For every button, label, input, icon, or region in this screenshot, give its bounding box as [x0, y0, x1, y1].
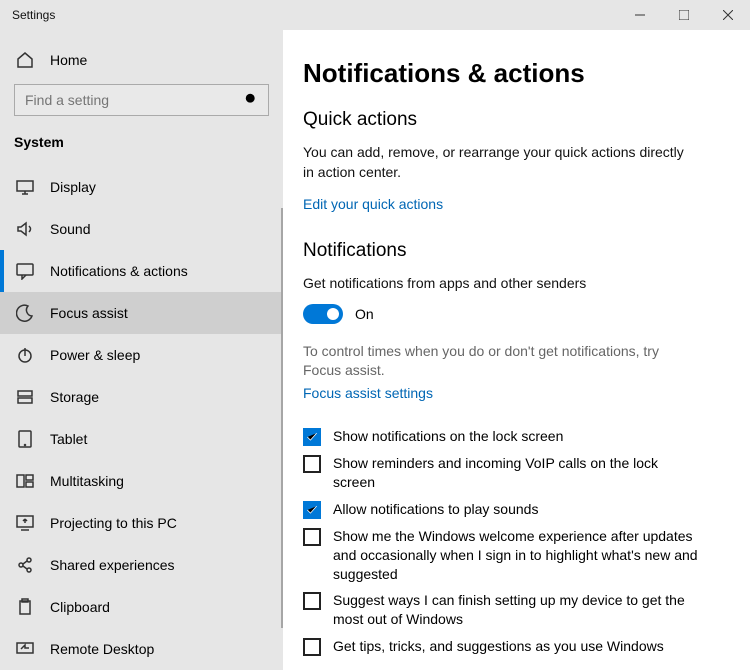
quick-actions-desc: You can add, remove, or rearrange your q…	[303, 143, 693, 182]
clipboard-icon	[16, 598, 34, 616]
sidebar-item-tablet[interactable]: Tablet	[0, 418, 283, 460]
check-voip-lockscreen[interactable]	[303, 455, 321, 473]
focus-assist-link[interactable]: Focus assist settings	[303, 385, 433, 401]
maximize-button[interactable]	[662, 0, 706, 30]
home-nav[interactable]: Home	[0, 44, 283, 76]
check-label: Show reminders and incoming VoIP calls o…	[333, 454, 703, 492]
sidebar-item-multitasking[interactable]: Multitasking	[0, 460, 283, 502]
display-icon	[16, 178, 34, 196]
focus-assist-desc: To control times when you do or don't ge…	[303, 342, 693, 381]
check-welcome-experience[interactable]	[303, 528, 321, 546]
check-tips-tricks[interactable]	[303, 638, 321, 656]
check-label: Allow notifications to play sounds	[333, 500, 538, 519]
sidebar-item-label: Remote Desktop	[50, 641, 154, 657]
notifications-toggle[interactable]	[303, 304, 343, 324]
sidebar-item-label: Clipboard	[50, 599, 110, 615]
check-finish-setup[interactable]	[303, 592, 321, 610]
quick-actions-heading: Quick actions	[303, 109, 722, 131]
sidebar-item-power[interactable]: Power & sleep	[0, 334, 283, 376]
sidebar-item-label: Multitasking	[50, 473, 124, 489]
check-lockscreen-notifs[interactable]	[303, 428, 321, 446]
content-pane: Notifications & actions Quick actions Yo…	[283, 30, 750, 670]
check-label: Get tips, tricks, and suggestions as you…	[333, 637, 664, 656]
check-label: Show notifications on the lock screen	[333, 427, 563, 446]
sidebar-item-label: Focus assist	[50, 305, 128, 321]
sidebar-item-display[interactable]: Display	[0, 166, 283, 208]
sidebar-item-label: Shared experiences	[50, 557, 175, 573]
sidebar-item-notifications[interactable]: Notifications & actions	[0, 250, 283, 292]
home-label: Home	[50, 52, 87, 68]
sidebar-item-label: Storage	[50, 389, 99, 405]
search-input[interactable]	[15, 92, 268, 108]
sidebar-item-label: Tablet	[50, 431, 87, 447]
sidebar-item-storage[interactable]: Storage	[0, 376, 283, 418]
sidebar-item-remote[interactable]: Remote Desktop	[0, 628, 283, 670]
notifications-heading: Notifications	[303, 240, 722, 262]
check-label: Suggest ways I can finish setting up my …	[333, 591, 703, 629]
page-title: Notifications & actions	[303, 58, 722, 89]
edit-quick-actions-link[interactable]: Edit your quick actions	[303, 196, 443, 212]
sidebar-item-sound[interactable]: Sound	[0, 208, 283, 250]
notifications-toggle-state: On	[355, 306, 374, 322]
title-bar: Settings	[0, 0, 750, 30]
notifications-toggle-desc: Get notifications from apps and other se…	[303, 274, 693, 294]
sidebar-nav: Display Sound Notifications & actions Fo…	[0, 166, 283, 670]
share-icon	[16, 556, 34, 574]
search-box[interactable]	[14, 84, 269, 116]
sidebar-item-label: Sound	[50, 221, 90, 237]
sidebar: Home System Display Sound Notifications …	[0, 30, 283, 670]
check-label: Show me the Windows welcome experience a…	[333, 527, 703, 584]
sidebar-item-focus-assist[interactable]: Focus assist	[0, 292, 283, 334]
project-icon	[16, 514, 34, 532]
sidebar-item-shared[interactable]: Shared experiences	[0, 544, 283, 586]
sidebar-item-label: Notifications & actions	[50, 263, 188, 279]
sidebar-item-label: Projecting to this PC	[50, 515, 177, 531]
window-title: Settings	[0, 8, 55, 22]
power-icon	[16, 346, 34, 364]
minimize-button[interactable]	[618, 0, 662, 30]
remote-icon	[16, 640, 34, 658]
home-icon	[16, 51, 34, 69]
comment-icon	[16, 262, 34, 280]
sound-icon	[16, 220, 34, 238]
storage-icon	[16, 388, 34, 406]
sidebar-item-label: Power & sleep	[50, 347, 140, 363]
sidebar-item-label: Display	[50, 179, 96, 195]
tablet-icon	[16, 430, 34, 448]
sidebar-item-clipboard[interactable]: Clipboard	[0, 586, 283, 628]
check-notif-sounds[interactable]	[303, 501, 321, 519]
sidebar-section-title: System	[0, 120, 283, 156]
sidebar-item-projecting[interactable]: Projecting to this PC	[0, 502, 283, 544]
multitask-icon	[16, 472, 34, 490]
moon-icon	[16, 304, 34, 322]
close-button[interactable]	[706, 0, 750, 30]
sidebar-scrollbar[interactable]	[279, 208, 283, 670]
